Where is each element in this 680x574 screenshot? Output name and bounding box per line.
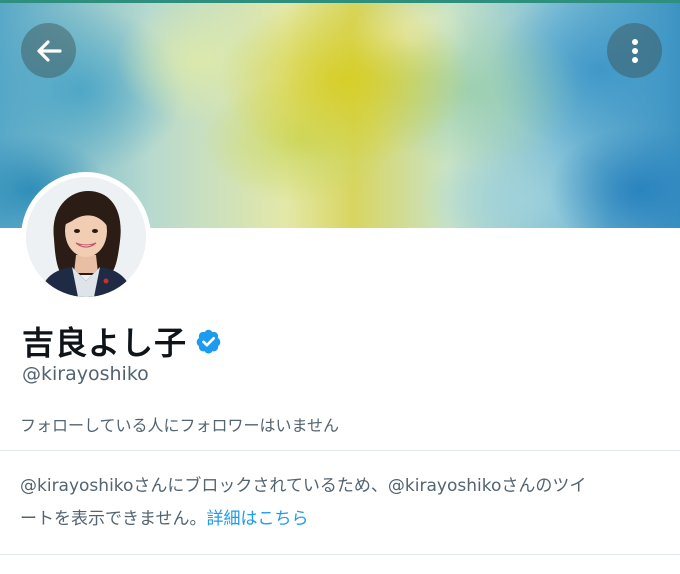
learn-more-link[interactable]: 詳細はこちら xyxy=(207,509,309,529)
divider xyxy=(0,554,680,555)
blocked-notice-line2: ートを表示できません。 xyxy=(20,509,207,529)
followers-you-know-note: フォローしている人にフォロワーはいません xyxy=(20,416,340,435)
profile-avatar-frame[interactable] xyxy=(21,172,151,302)
blocked-notice: @kirayoshikoさんにブロックされているため、@kirayoshikoさ… xyxy=(20,470,660,536)
avatar xyxy=(26,177,146,297)
verified-badge-icon xyxy=(196,329,221,354)
banner-top-border xyxy=(0,0,680,3)
profile-name-row: 吉良よし子 xyxy=(22,318,222,364)
more-options-button[interactable] xyxy=(607,23,662,78)
back-button[interactable] xyxy=(21,23,76,78)
profile-display-name: 吉良よし子 xyxy=(22,324,188,362)
blocked-notice-line1: @kirayoshikoさんにブロックされているため、@kirayoshikoさ… xyxy=(20,476,587,496)
profile-handle: @kirayoshiko xyxy=(22,363,149,385)
divider xyxy=(0,450,680,451)
more-vertical-icon xyxy=(631,38,638,63)
arrow-left-icon xyxy=(36,39,62,62)
